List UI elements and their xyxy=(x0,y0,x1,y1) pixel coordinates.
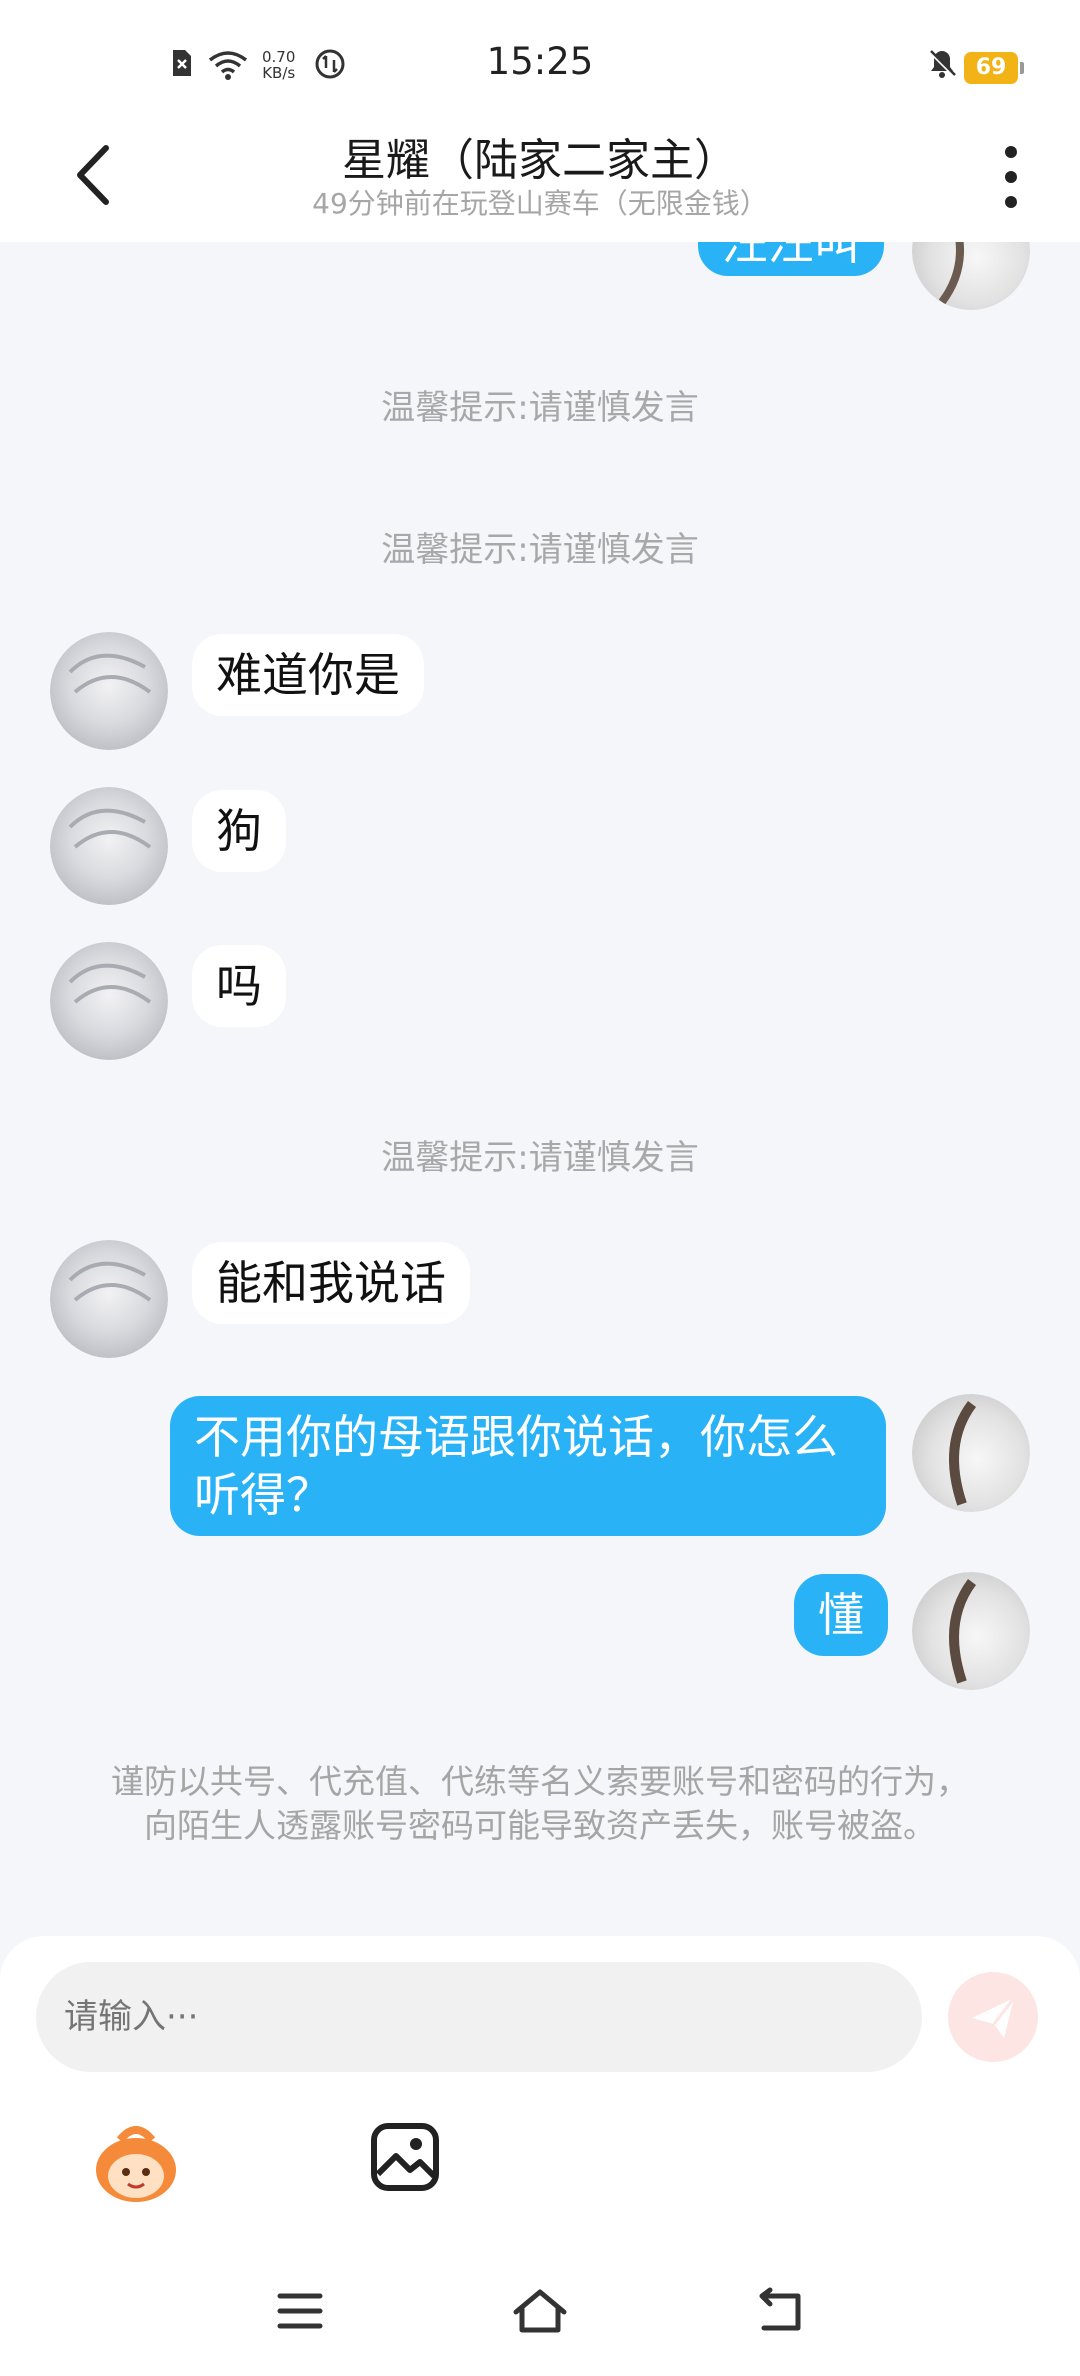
my-avatar[interactable] xyxy=(912,242,1030,310)
home-nav-icon[interactable] xyxy=(510,2286,570,2336)
send-icon xyxy=(972,1997,1016,2038)
incoming-message[interactable]: 难道你是 xyxy=(192,634,424,716)
contact-avatar[interactable] xyxy=(50,787,168,905)
message-text: 难道你是 xyxy=(216,648,400,702)
message-input[interactable] xyxy=(36,1962,922,2072)
contact-avatar[interactable] xyxy=(50,1240,168,1358)
send-button[interactable] xyxy=(948,1972,1038,2062)
incoming-message[interactable]: 吗 xyxy=(192,945,286,1027)
my-avatar[interactable] xyxy=(912,1572,1030,1690)
battery-icon: 69 xyxy=(964,52,1024,84)
message-text: 懂 xyxy=(818,1588,864,1642)
message-text: 不用你的母语跟你说话，你怎么听得？ xyxy=(194,1410,838,1522)
contact-name: 星耀（陆家二家主） xyxy=(342,135,738,186)
incoming-message[interactable]: 狗 xyxy=(192,790,286,872)
more-options-icon[interactable] xyxy=(996,142,1026,212)
emoji-sticker-icon[interactable] xyxy=(90,2120,182,2206)
outgoing-message[interactable]: 懂 xyxy=(794,1574,888,1656)
chat-header: 星耀（陆家二家主） 49分钟前在玩登山赛车（无限金钱） xyxy=(0,110,1080,242)
status-bar: 0.70 KB/s 15:25 69 xyxy=(0,0,1080,110)
security-notice: 谨防以共号、代充值、代练等名义索要账号和密码的行为，向陌生人透露账号密码可能导致… xyxy=(111,1762,969,1845)
message-text: 能和我说话 xyxy=(216,1256,446,1310)
message-text: 狗 xyxy=(216,804,262,858)
warning-hint: 温馨提示:请谨慎发言 xyxy=(381,530,699,570)
message-text: 汪汪叫 xyxy=(722,242,860,270)
outgoing-message[interactable]: 不用你的母语跟你说话，你怎么听得？ xyxy=(170,1396,886,1536)
outgoing-message[interactable]: 汪汪叫 xyxy=(698,242,884,276)
incoming-message[interactable]: 能和我说话 xyxy=(192,1242,470,1324)
menu-nav-icon[interactable] xyxy=(276,2286,324,2336)
contact-status: 49分钟前在玩登山赛车（无限金钱） xyxy=(312,187,768,220)
message-text: 吗 xyxy=(216,959,262,1013)
contact-avatar[interactable] xyxy=(50,632,168,750)
warning-hint: 温馨提示:请谨慎发言 xyxy=(381,388,699,428)
clock: 15:25 xyxy=(486,40,594,83)
contact-avatar[interactable] xyxy=(50,942,168,1060)
mute-icon xyxy=(928,50,956,78)
back-nav-icon[interactable] xyxy=(754,2286,806,2336)
warning-hint: 温馨提示:请谨慎发言 xyxy=(381,1138,699,1178)
message-list[interactable]: 汪汪叫 温馨提示:请谨慎发言 温馨提示:请谨慎发言 难道你是 狗 吗 温馨提示:… xyxy=(0,242,1080,1936)
my-avatar[interactable] xyxy=(912,1394,1030,1512)
image-picker-icon[interactable] xyxy=(370,2122,440,2192)
